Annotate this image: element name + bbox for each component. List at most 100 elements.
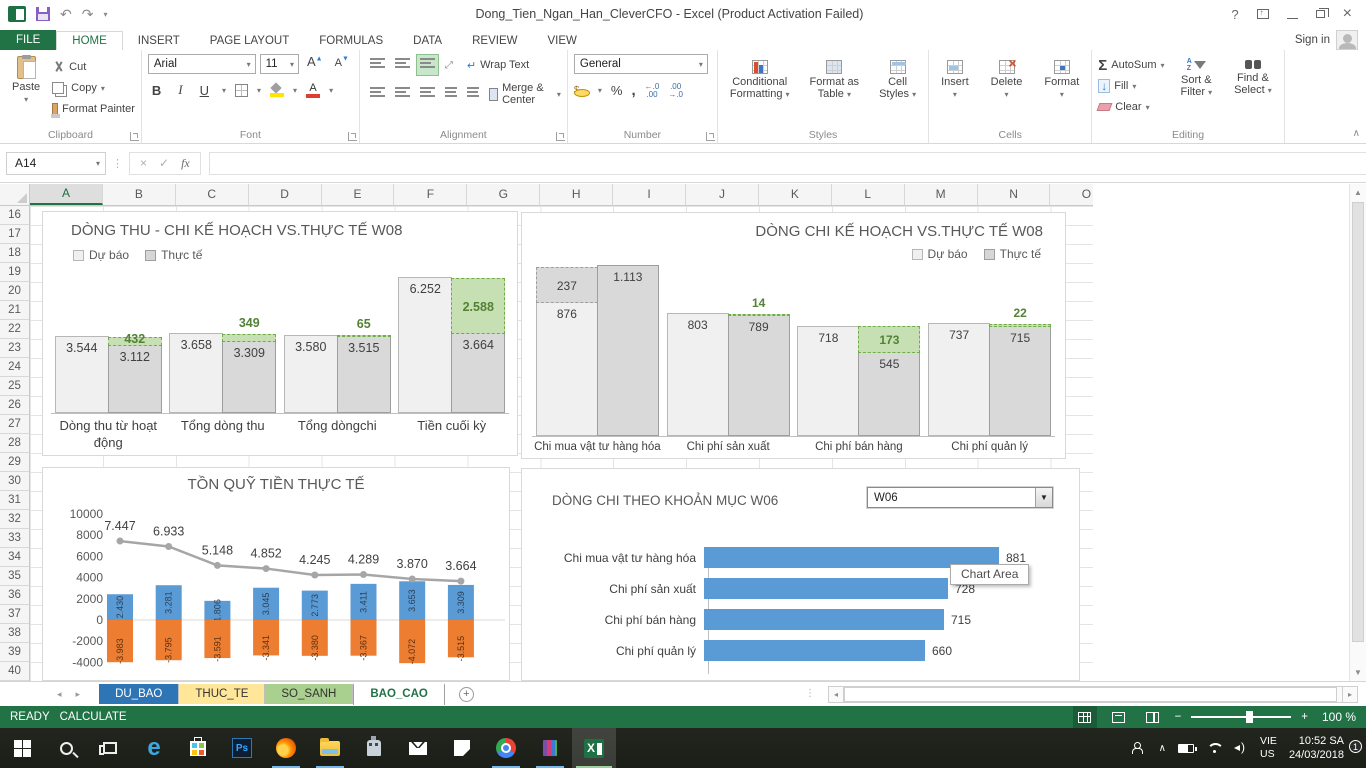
select-all-corner[interactable] bbox=[0, 184, 30, 206]
sort-filter-button[interactable]: AZ Sort &Filter ▾ bbox=[1175, 54, 1219, 127]
clear-button[interactable]: Clear▾ bbox=[1098, 98, 1164, 116]
new-sheet-icon[interactable]: + bbox=[459, 687, 474, 702]
taskbar-photoshop-icon[interactable]: Ps bbox=[220, 728, 264, 768]
row-header-30[interactable]: 30 bbox=[0, 472, 29, 491]
font-color-icon[interactable]: A bbox=[306, 83, 320, 98]
ribbon-tab-home[interactable]: HOME bbox=[56, 31, 123, 51]
sheet-tab-bao_cao[interactable]: BAO_CAO bbox=[353, 683, 445, 705]
row-header-28[interactable]: 28 bbox=[0, 434, 29, 453]
top-align-icon[interactable] bbox=[366, 54, 389, 76]
format-cells-button[interactable]: Format▾ bbox=[1038, 58, 1085, 127]
number-format-select[interactable]: General▾ bbox=[574, 54, 708, 74]
row-header-40[interactable]: 40 bbox=[0, 662, 29, 681]
battery-icon[interactable] bbox=[1178, 744, 1194, 753]
taskbar-mail-icon[interactable] bbox=[396, 728, 440, 768]
decrease-decimal-icon[interactable]: .00→.0 bbox=[668, 83, 683, 99]
taskbar-winrar-icon[interactable] bbox=[528, 728, 572, 768]
column-header-M[interactable]: M bbox=[905, 184, 978, 205]
scroll-down-icon[interactable]: ▼ bbox=[1350, 664, 1366, 681]
formula-input[interactable] bbox=[209, 152, 1366, 175]
middle-align-icon[interactable] bbox=[391, 54, 414, 76]
font-size-select[interactable]: 11▾ bbox=[260, 54, 299, 74]
sheet-tab-thuc_te[interactable]: THUC_TE bbox=[179, 684, 265, 704]
row-header-29[interactable]: 29 bbox=[0, 453, 29, 472]
zoom-out-icon[interactable]: − bbox=[1175, 711, 1182, 723]
row-header-31[interactable]: 31 bbox=[0, 491, 29, 510]
column-header-L[interactable]: L bbox=[832, 184, 905, 205]
bottom-align-icon[interactable] bbox=[416, 54, 439, 76]
volume-icon[interactable] bbox=[1234, 742, 1248, 754]
comma-style-icon[interactable]: , bbox=[631, 82, 635, 99]
taskbar-firefox-icon[interactable] bbox=[264, 728, 308, 768]
merge-center-button[interactable]: Merge & Center▾ bbox=[489, 85, 561, 103]
wifi-icon[interactable] bbox=[1206, 742, 1222, 754]
grow-font-button[interactable]: A▲ bbox=[303, 54, 327, 74]
format-as-table-button[interactable]: Format asTable ▾ bbox=[804, 58, 866, 127]
row-header-32[interactable]: 32 bbox=[0, 510, 29, 529]
chart-chi-w08[interactable]: DÒNG CHI KẾ HOẠCH VS.THỰC TẾ W08Dự báoTh… bbox=[521, 212, 1066, 459]
ribbon-tab-data[interactable]: DATA bbox=[398, 32, 457, 50]
taskbar-start-icon[interactable] bbox=[0, 728, 44, 768]
row-header-33[interactable]: 33 bbox=[0, 529, 29, 548]
delete-cells-button[interactable]: Delete▾ bbox=[985, 58, 1029, 127]
accounting-format-icon[interactable]: $ bbox=[574, 85, 589, 97]
ribbon-tab-formulas[interactable]: FORMULAS bbox=[304, 32, 398, 50]
align-left-icon[interactable] bbox=[366, 83, 389, 105]
column-header-F[interactable]: F bbox=[394, 184, 467, 205]
zoom-level[interactable]: 100 % bbox=[1318, 710, 1356, 724]
taskbar-movies-icon[interactable] bbox=[440, 728, 484, 768]
vertical-scroll-thumb[interactable] bbox=[1352, 202, 1364, 642]
fill-color-icon[interactable] bbox=[270, 83, 284, 97]
calculate-indicator[interactable]: CALCULATE bbox=[60, 711, 127, 723]
insert-function-icon[interactable]: fx bbox=[181, 156, 190, 171]
row-header-23[interactable]: 23 bbox=[0, 339, 29, 358]
column-header-B[interactable]: B bbox=[103, 184, 176, 205]
wrap-text-button[interactable]: ↵ Wrap Text bbox=[467, 56, 529, 74]
cut-button[interactable]: Cut bbox=[52, 58, 135, 76]
row-header-35[interactable]: 35 bbox=[0, 567, 29, 586]
row-header-22[interactable]: 22 bbox=[0, 320, 29, 339]
font-family-select[interactable]: Arial▾ bbox=[148, 54, 256, 74]
column-header-D[interactable]: D bbox=[249, 184, 322, 205]
row-header-21[interactable]: 21 bbox=[0, 301, 29, 320]
zoom-slider-thumb[interactable] bbox=[1246, 711, 1253, 723]
column-header-N[interactable]: N bbox=[978, 184, 1051, 205]
row-header-38[interactable]: 38 bbox=[0, 624, 29, 643]
row-header-18[interactable]: 18 bbox=[0, 244, 29, 263]
ribbon-tab-review[interactable]: REVIEW bbox=[457, 32, 532, 50]
row-header-36[interactable]: 36 bbox=[0, 586, 29, 605]
underline-button[interactable]: U bbox=[196, 83, 213, 98]
increase-indent-icon[interactable] bbox=[463, 83, 483, 105]
taskbar-search-icon[interactable] bbox=[44, 728, 88, 768]
font-dialog-launcher[interactable] bbox=[348, 132, 357, 141]
scroll-right-icon[interactable]: ▸ bbox=[1342, 686, 1358, 703]
align-center-icon[interactable] bbox=[391, 83, 414, 105]
row-header-20[interactable]: 20 bbox=[0, 282, 29, 301]
conditional-formatting-button[interactable]: ConditionalFormatting ▾ bbox=[724, 58, 796, 127]
taskbar-file-explorer-icon[interactable] bbox=[308, 728, 352, 768]
horizontal-scrollbar[interactable]: ◂ ▸ bbox=[828, 685, 1358, 703]
sign-in[interactable]: Sign in bbox=[1295, 30, 1366, 50]
normal-view-button[interactable] bbox=[1073, 706, 1097, 728]
redo-icon[interactable]: ↷ bbox=[82, 7, 94, 21]
restore-icon[interactable] bbox=[1316, 10, 1325, 18]
column-header-A[interactable]: A bbox=[30, 184, 103, 205]
taskbar-excel-icon[interactable] bbox=[572, 728, 616, 768]
help-icon[interactable]: ? bbox=[1231, 7, 1238, 22]
number-dialog-launcher[interactable] bbox=[706, 132, 715, 141]
zoom-in-icon[interactable]: + bbox=[1301, 711, 1308, 723]
column-header-C[interactable]: C bbox=[176, 184, 249, 205]
sheet-tab-du_bao[interactable]: DU_BAO bbox=[99, 684, 179, 704]
undo-icon[interactable]: ↶ bbox=[60, 7, 72, 21]
cell-styles-button[interactable]: CellStyles ▾ bbox=[873, 58, 922, 127]
sheet-nav-left-icon[interactable]: ◂ bbox=[50, 689, 69, 700]
people-icon[interactable] bbox=[1132, 742, 1147, 754]
ribbon-tab-insert[interactable]: INSERT bbox=[123, 32, 195, 50]
row-header-37[interactable]: 37 bbox=[0, 605, 29, 624]
row-header-25[interactable]: 25 bbox=[0, 377, 29, 396]
clipboard-dialog-launcher[interactable] bbox=[130, 132, 139, 141]
column-header-E[interactable]: E bbox=[322, 184, 395, 205]
row-header-24[interactable]: 24 bbox=[0, 358, 29, 377]
sheet-tab-so_sanh[interactable]: SO_SANH bbox=[265, 684, 353, 704]
bold-button[interactable]: B bbox=[148, 83, 165, 98]
